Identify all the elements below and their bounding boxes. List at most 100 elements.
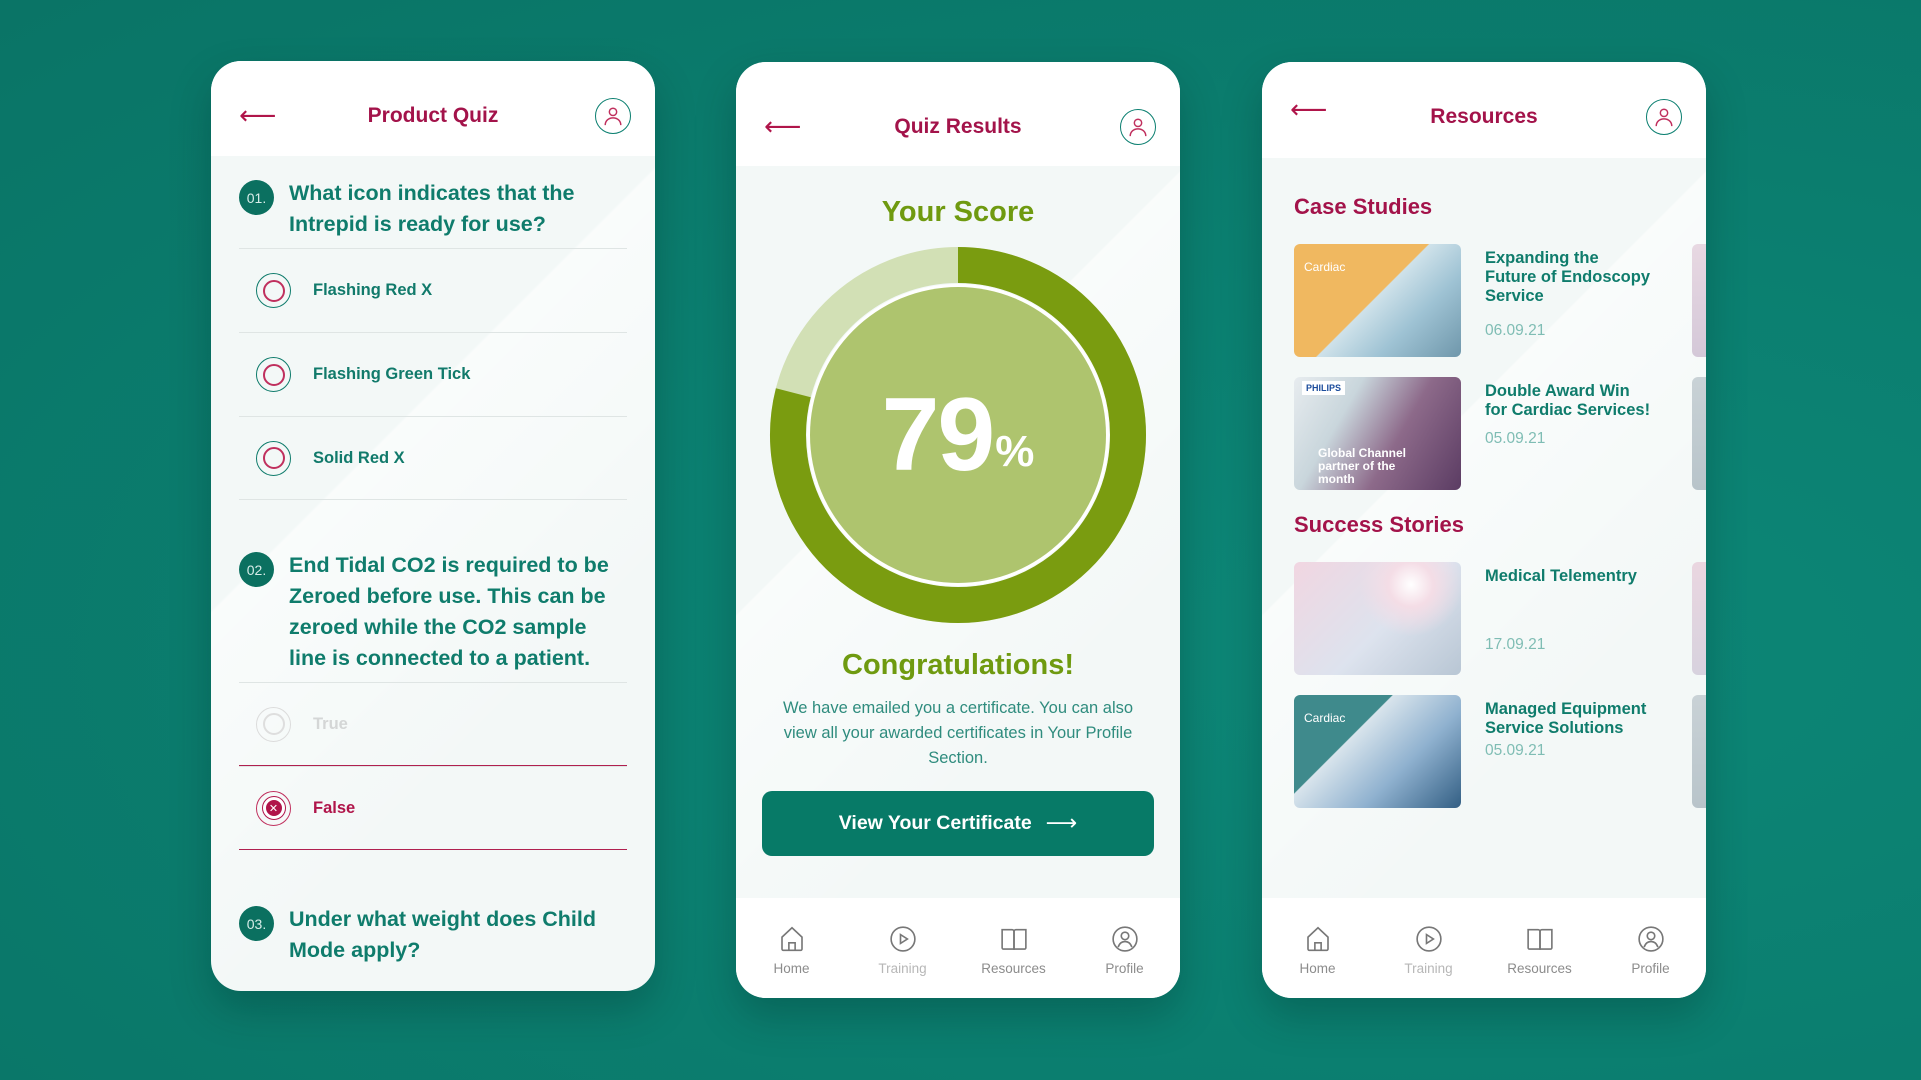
user-icon[interactable] <box>1646 99 1682 135</box>
resource-title[interactable]: Medical Telementry <box>1485 567 1651 586</box>
answer-label: Flashing Green Tick <box>313 365 471 383</box>
congratulations-title: Congratulations! <box>842 649 1074 681</box>
back-arrow-icon[interactable]: ⟵ <box>1290 97 1327 123</box>
score-title: Your Score <box>881 196 1035 228</box>
question-number: 02. <box>239 552 274 587</box>
answer-option-disabled: True <box>239 682 627 766</box>
question-text: End Tidal CO2 is required to be Zeroed b… <box>289 553 609 670</box>
answer-option[interactable]: Solid Red X <box>239 416 627 500</box>
resource-date: 05.09.21 <box>1485 742 1546 759</box>
page-title: Quiz Results <box>894 115 1022 138</box>
user-icon[interactable] <box>595 97 631 134</box>
resource-card[interactable]: Medical Telementry 17.09.21 <box>1294 562 1706 675</box>
radio-button-icon <box>256 706 291 742</box>
play-circle-icon <box>1415 926 1442 952</box>
answer-option[interactable]: Flashing Red X <box>239 248 627 332</box>
radio-button-icon[interactable] <box>256 273 291 308</box>
radio-button-icon[interactable] <box>256 440 291 476</box>
quiz-header: ⟵ Product Quiz <box>211 61 655 156</box>
resource-title[interactable]: Expanding the Future of Endoscopy Servic… <box>1485 249 1651 306</box>
wrong-x-icon: ✕ <box>262 797 285 819</box>
next-card-peek[interactable] <box>1692 562 1706 675</box>
bottom-nav: Home Training Resources Profile <box>736 898 1180 998</box>
play-circle-icon <box>889 926 916 952</box>
resource-thumbnail[interactable]: PHILIPS Global Channel partner of the mo… <box>1294 377 1461 490</box>
page-title: Resources <box>1430 105 1538 128</box>
nav-profile-label: Profile <box>1631 961 1670 976</box>
view-certificate-label: View Your Certificate <box>838 812 1032 834</box>
thumbnail-caption: Cardiac <box>1304 260 1346 274</box>
answer-label: True <box>313 714 348 733</box>
resource-date: 05.09.21 <box>1485 430 1546 447</box>
answer-option-selected-wrong[interactable]: ✕ False <box>239 766 627 850</box>
view-certificate-button[interactable]: View Your Certificate ⟶ <box>762 791 1154 856</box>
nav-resources[interactable]: Resources <box>1490 924 1590 976</box>
back-arrow-icon[interactable]: ⟵ <box>239 103 276 129</box>
answer-label: False <box>313 798 356 817</box>
nav-home[interactable]: Home <box>742 924 842 976</box>
question-3: 03. Under what weight does Child Mode ap… <box>211 882 655 966</box>
nav-profile[interactable]: Profile <box>1601 924 1701 976</box>
results-header: ⟵ Quiz Results <box>736 62 1180 166</box>
question-text: Under what weight does Child Mode apply? <box>289 907 596 962</box>
bottom-nav: Home Training Resources Profile <box>1262 898 1706 998</box>
nav-home-label: Home <box>773 961 810 976</box>
next-card-peek[interactable] <box>1692 377 1706 490</box>
thumbnail-caption: Global Channel partner of the month <box>1318 446 1407 486</box>
nav-training[interactable]: Training <box>853 924 953 976</box>
score-value: 79 <box>881 376 996 493</box>
resource-thumbnail[interactable] <box>1294 562 1461 675</box>
nav-home-label: Home <box>1299 961 1336 976</box>
question-1: 01. What icon indicates that the Intrepi… <box>211 156 655 500</box>
resource-card[interactable]: PHILIPS Global Channel partner of the mo… <box>1294 377 1706 490</box>
radio-button-icon[interactable]: ✕ <box>256 790 291 826</box>
congratulations-message: We have emailed you a certificate. You c… <box>782 699 1134 767</box>
question-2: 02. End Tidal CO2 is required to be Zero… <box>211 528 655 850</box>
nav-home[interactable]: Home <box>1268 924 1368 976</box>
quiz-results-screen: ⟵ Quiz Results Your Score 79 % Congratul… <box>736 62 1180 998</box>
back-arrow-icon[interactable]: ⟵ <box>764 114 801 140</box>
nav-resources-label: Resources <box>1507 961 1572 976</box>
resource-title[interactable]: Managed Equipment Service Solutions <box>1485 700 1651 738</box>
home-icon <box>1306 926 1329 952</box>
book-icon <box>1000 928 1027 950</box>
answer-label: Flashing Red X <box>313 281 433 299</box>
thumbnail-caption: Cardiac <box>1304 711 1346 725</box>
arrow-right-icon: ⟶ <box>1045 811 1078 836</box>
thumbnail-brand: PHILIPS <box>1302 381 1346 395</box>
resource-card[interactable]: Cardiac Managed Equipment Service Soluti… <box>1294 695 1706 808</box>
nav-training-label: Training <box>1404 961 1453 976</box>
answer-label: Solid Red X <box>313 448 405 467</box>
profile-icon <box>1637 926 1664 952</box>
profile-icon <box>1111 926 1138 952</box>
resource-thumbnail[interactable]: Cardiac <box>1294 244 1461 357</box>
question-text: What icon indicates that the Intrepid is… <box>289 181 575 236</box>
resource-title[interactable]: Double Award Win for Cardiac Services! <box>1485 382 1651 420</box>
section-title-case-studies: Case Studies <box>1294 194 1433 219</box>
resources-header: ⟵ Resources <box>1262 62 1706 158</box>
home-icon <box>780 926 803 952</box>
resource-thumbnail[interactable]: Cardiac <box>1294 695 1461 808</box>
question-number: 03. <box>239 906 274 941</box>
question-number: 01. <box>239 180 274 215</box>
nav-profile-label: Profile <box>1105 961 1144 976</box>
nav-resources[interactable]: Resources <box>964 924 1064 976</box>
score-ring: 79 % <box>768 245 1148 625</box>
next-card-peek[interactable] <box>1692 695 1706 808</box>
answer-option[interactable]: Flashing Green Tick <box>239 332 627 416</box>
next-card-peek[interactable] <box>1692 244 1706 357</box>
resource-card[interactable]: Cardiac Expanding the Future of Endoscop… <box>1294 244 1706 357</box>
user-icon[interactable] <box>1120 109 1156 145</box>
resource-date: 17.09.21 <box>1485 636 1546 653</box>
score-unit: % <box>995 427 1035 476</box>
product-quiz-screen: ⟵ Product Quiz 01. What icon indicates t… <box>211 61 655 991</box>
nav-resources-label: Resources <box>981 961 1046 976</box>
resource-date: 06.09.21 <box>1485 322 1546 339</box>
nav-profile[interactable]: Profile <box>1075 924 1175 976</box>
page-title: Product Quiz <box>367 103 499 127</box>
nav-training-label: Training <box>878 961 927 976</box>
book-icon <box>1526 928 1553 950</box>
nav-training[interactable]: Training <box>1379 924 1479 976</box>
radio-button-icon[interactable] <box>256 357 291 392</box>
section-title-success-stories: Success Stories <box>1294 512 1464 537</box>
